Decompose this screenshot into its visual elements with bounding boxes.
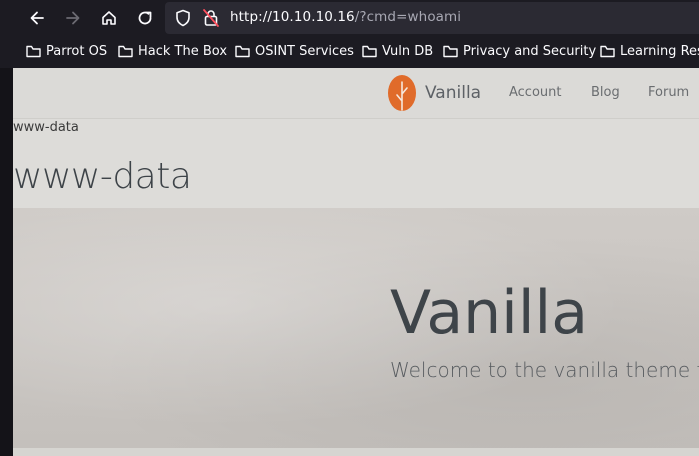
folder-icon [235, 45, 250, 58]
url-path: /?cmd=whoami [354, 9, 462, 25]
insecure-lock-icon[interactable] [202, 8, 220, 32]
bookmarks-bar: Parrot OS Hack The Box OSINT Services Vu… [0, 36, 699, 69]
menu-account[interactable]: Account [509, 85, 562, 100]
bookmark-label: Vuln DB [382, 44, 434, 59]
bookmark-learning-resources[interactable]: Learning Res [600, 44, 699, 59]
bookmark-vuln-db[interactable]: Vuln DB [362, 44, 433, 59]
site-header: Vanilla Account Blog Forum [13, 68, 699, 119]
bookmark-label: Parrot OS [46, 44, 108, 59]
shield-icon[interactable] [175, 9, 191, 31]
back-icon[interactable] [25, 6, 49, 30]
folder-icon [443, 45, 458, 58]
menu-forum[interactable]: Forum [648, 85, 689, 100]
web-page: Vanilla Account Blog Forum www-data www-… [13, 68, 699, 456]
folder-icon [362, 45, 377, 58]
sidebar-edge [0, 68, 13, 456]
hero-banner: Vanilla Welcome to the vanilla theme for… [13, 208, 699, 448]
folder-icon [600, 45, 615, 58]
command-output: www-data [13, 120, 79, 135]
folder-icon [118, 45, 133, 58]
menu-blog[interactable]: Blog [591, 85, 620, 100]
folder-icon [26, 45, 41, 58]
address-bar[interactable]: http://10.10.10.16/?cmd=whoami [165, 2, 699, 34]
bookmark-label: Privacy and Security [463, 44, 597, 59]
hero-subtitle: Welcome to the vanilla theme for C [390, 358, 699, 382]
forward-icon[interactable] [61, 6, 85, 30]
bookmark-osint-services[interactable]: OSINT Services [235, 44, 354, 59]
hero-bottom-band [13, 448, 699, 456]
bookmark-label: Hack The Box [138, 44, 228, 59]
browser-toolbar: http://10.10.10.16/?cmd=whoami [0, 0, 699, 36]
bookmark-label: OSINT Services [255, 44, 354, 59]
bookmark-label: Learning Res [620, 44, 699, 59]
bookmark-hack-the-box[interactable]: Hack The Box [118, 44, 227, 59]
vanilla-leaf-logo-icon[interactable] [387, 74, 417, 112]
home-icon[interactable] [97, 6, 121, 30]
url-host: http://10.10.10.16 [230, 9, 355, 25]
url-text[interactable]: http://10.10.10.16/?cmd=whoami [230, 9, 461, 25]
bookmark-privacy-and-security[interactable]: Privacy and Security [443, 44, 596, 59]
hero-title: Vanilla [390, 278, 588, 348]
page-title: www-data [13, 156, 192, 197]
bookmark-parrot-os[interactable]: Parrot OS [26, 44, 107, 59]
reload-icon[interactable] [133, 6, 157, 30]
site-brand[interactable]: Vanilla [425, 83, 481, 103]
